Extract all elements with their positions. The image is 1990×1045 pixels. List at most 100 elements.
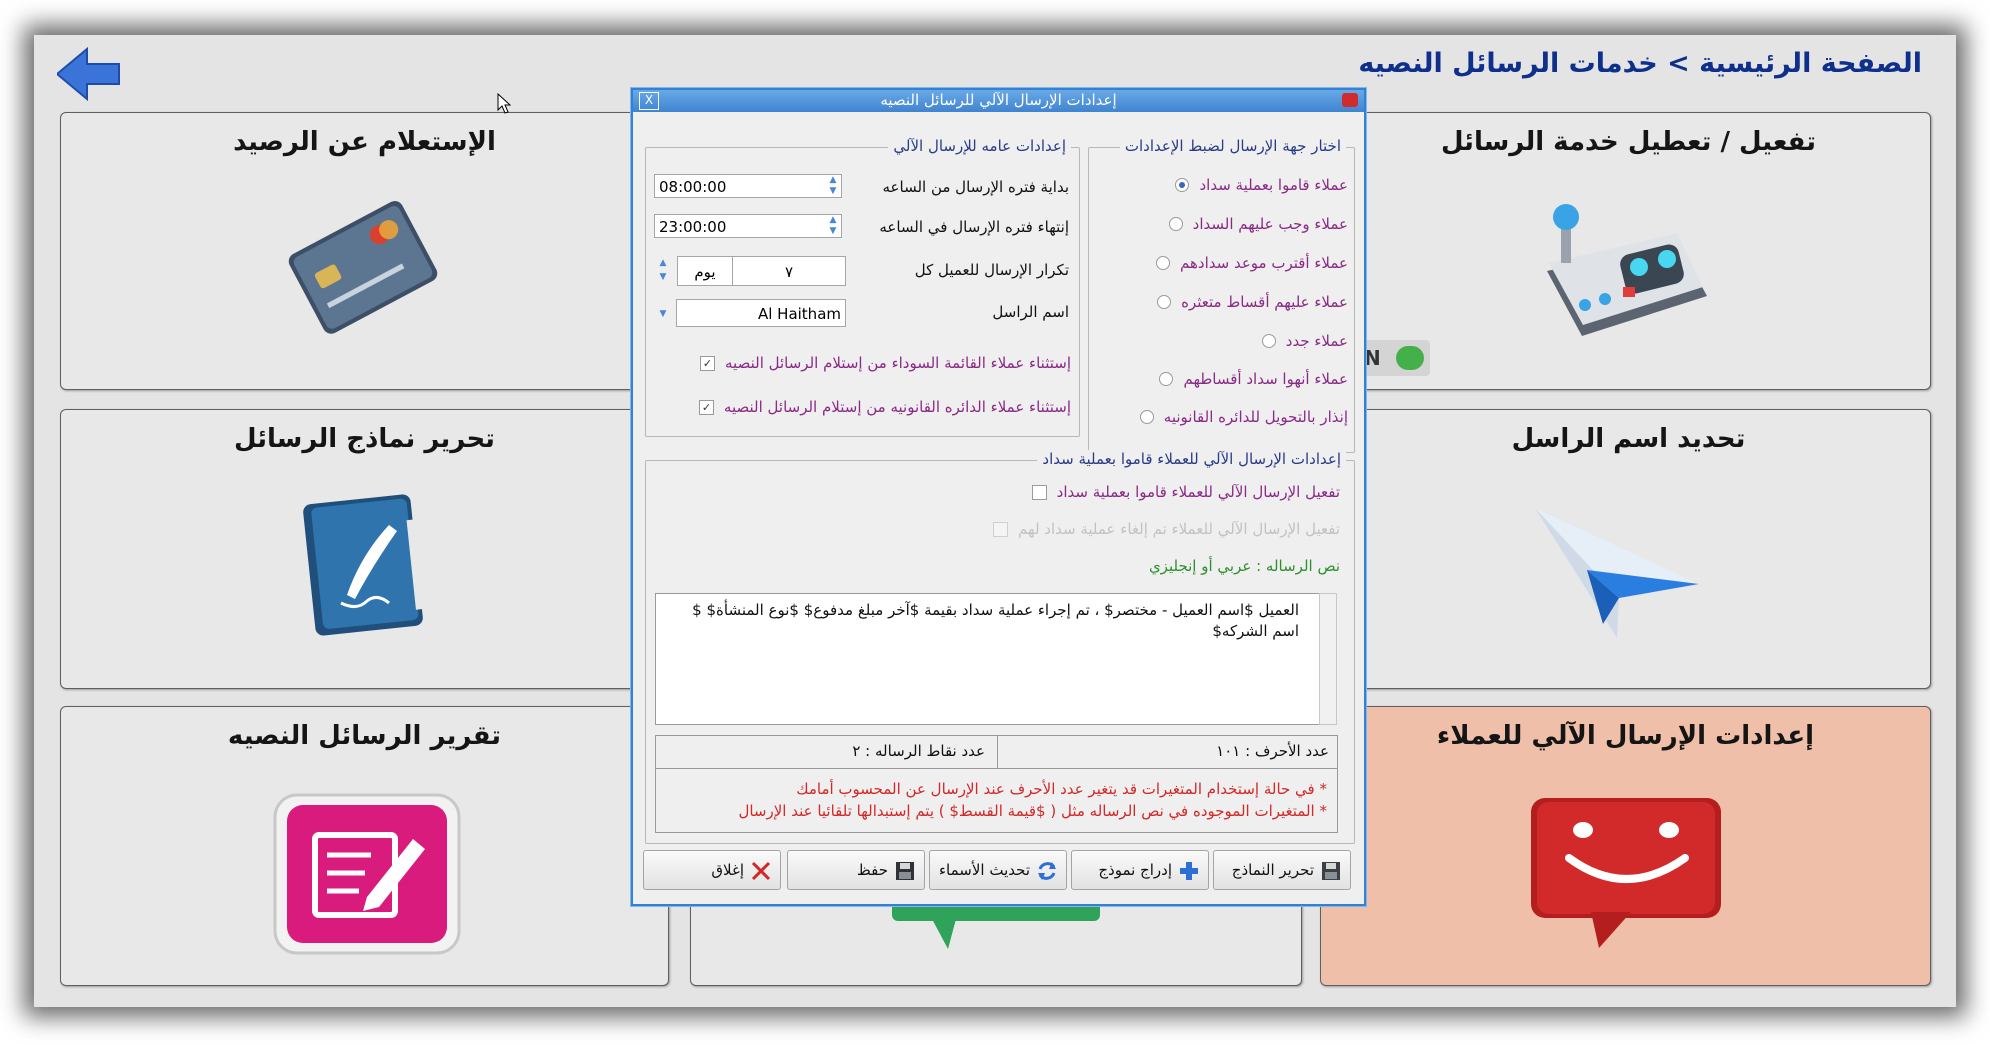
message-lang-label: نص الرساله : عربي أو إنجليزي: [1148, 557, 1340, 575]
radio-near-due-customers[interactable]: عملاء أقترب موعد سدادهم: [1156, 254, 1348, 272]
tile-balance-inquiry[interactable]: الإستعلام عن الرصيد: [60, 112, 669, 390]
end-time-spinner-icon[interactable]: ▲ ▼: [826, 215, 840, 239]
toggle-letter: N: [1364, 346, 1381, 370]
radio-button[interactable]: [1261, 334, 1276, 348]
tile-auto-send-settings[interactable]: إعدادات الإرسال الآلي للعملاء: [1320, 706, 1931, 986]
start-time-label: بداية فتره الإرسال من الساعه: [882, 178, 1069, 196]
back-arrow-icon[interactable]: [57, 47, 121, 101]
floppy-disk-icon: [896, 862, 914, 880]
radio-label: عملاء أنهوا سداد أقساطهم: [1183, 370, 1348, 388]
radio-label: عملاء عليهم أقساط متعثره: [1181, 293, 1348, 311]
enable-paid-checkbox[interactable]: [1031, 484, 1047, 500]
paper-plane-icon: [1535, 508, 1699, 638]
radio-defaulted-customers[interactable]: عملاء عليهم أقساط متعثره: [1157, 293, 1348, 311]
dialog-titlebar[interactable]: X إعدادات الإرسال الآلي للرسائل النصيه: [633, 90, 1364, 112]
start-time-spinner-icon[interactable]: ▲ ▼: [826, 175, 840, 199]
radio-label: عملاء قاموا بعملية سداد: [1199, 176, 1348, 194]
exclude-blacklist-label: إستثناء عملاء القائمة السوداء من إستلام …: [725, 354, 1071, 372]
exclude-legal-label: إستثناء عملاء الدائره القانونيه من إستلا…: [723, 398, 1071, 416]
enable-paid-option[interactable]: تفعيل الإرسال الآلي للعملاء قاموا بعملية…: [1031, 483, 1340, 501]
tile-report-title: تقرير الرسائل النصيه: [227, 721, 502, 751]
tile-sender-name[interactable]: تحديد اسم الراسل: [1326, 409, 1931, 689]
insert-template-label: إدراج نموذج: [1098, 861, 1172, 879]
smiley-message-icon: [1531, 798, 1721, 948]
toggle-status-dot: [1396, 346, 1424, 370]
repeat-spinner-icon[interactable]: ▲ ▼: [656, 256, 670, 286]
control-panel-icon: [1547, 204, 1707, 336]
edit-templates-button[interactable]: تحرير النماذج: [1213, 850, 1351, 890]
plus-icon: [1180, 862, 1198, 880]
close-label: إغلاق: [711, 861, 744, 879]
tile-edit-templates[interactable]: تحرير نماذج الرسائل: [60, 409, 669, 689]
notebook-pen-icon: [303, 494, 426, 636]
target-group: اختار جهة الإرسال لضبط الإعدادات عملاء ق…: [1088, 137, 1355, 453]
repeat-label: تكرار الإرسال للعميل كل: [914, 261, 1069, 279]
radio-label: إنذار بالتحويل للدائره القانونيه: [1163, 408, 1348, 426]
enable-cancel-checkbox: [993, 521, 1009, 537]
sender-name-input[interactable]: Al Haitham: [676, 299, 846, 327]
radio-label: عملاء أقترب موعد سدادهم: [1180, 254, 1348, 272]
tile-balance-title: الإستعلام عن الرصيد: [233, 127, 496, 157]
templates-save-icon: [1322, 862, 1340, 880]
exclude-blacklist-checkbox[interactable]: ✓: [700, 355, 716, 371]
refresh-names-button[interactable]: تحديث الأسماء: [929, 850, 1067, 890]
message-text-area[interactable]: العميل $اسم العميل - مختصر$ ، تم إجراء ع…: [655, 593, 1322, 725]
points-count: عدد نقاط الرساله : ٢: [852, 742, 985, 760]
refresh-icon: [1038, 862, 1056, 880]
exclude-legal-checkbox[interactable]: ✓: [698, 399, 714, 415]
report-edit-icon: [273, 793, 461, 955]
sender-dropdown-icon[interactable]: ▼: [656, 302, 670, 326]
radio-button[interactable]: [1157, 295, 1172, 309]
general-group-legend: إعدادات عامه للإرسال الآلي: [888, 137, 1071, 155]
credit-card-icon: [288, 201, 438, 334]
message-scrollbar[interactable]: [1319, 593, 1337, 725]
close-x-icon: [751, 861, 771, 881]
radio-button[interactable]: [1159, 372, 1174, 386]
tile-activate-title: تفعيل / تعطيل خدمة الرسائل: [1440, 127, 1817, 157]
general-settings-group: إعدادات عامه للإرسال الآلي بداية فتره ال…: [645, 137, 1080, 437]
char-count: عدد الأحرف : ١٠١: [1216, 742, 1329, 760]
tile-messages-report[interactable]: تقرير الرسائل النصيه: [60, 706, 669, 986]
variables-note-1: * في حالة إستخدام المتغيرات قد يتغير عدد…: [796, 780, 1327, 798]
repeat-unit-field[interactable]: يوم: [677, 256, 733, 286]
stats-divider: [997, 736, 998, 768]
repeat-value-input[interactable]: ٧: [732, 256, 846, 286]
radio-button[interactable]: [1156, 256, 1171, 270]
start-time-input[interactable]: 08:00:00: [654, 174, 842, 198]
exclude-legal-option[interactable]: ✓ إستثناء عملاء الدائره القانونيه من إست…: [698, 398, 1071, 416]
message-stats-box: عدد الأحرف : ١٠١ عدد نقاط الرساله : ٢ * …: [655, 735, 1338, 833]
radio-paid-customers[interactable]: عملاء قاموا بعملية سداد: [1175, 176, 1348, 194]
service-toggle[interactable]: N: [1360, 340, 1430, 376]
save-label: حفظ: [856, 861, 888, 879]
radio-completed-customers[interactable]: عملاء أنهوا سداد أقساطهم: [1159, 370, 1348, 388]
enable-cancel-option: تفعيل الإرسال الآلي للعملاء تم إلغاء عمل…: [993, 520, 1340, 538]
radio-due-customers[interactable]: عملاء وجب عليهم السداد: [1168, 215, 1348, 233]
breadcrumb: الصفحة الرئيسية > خدمات الرسائل النصيه: [1358, 48, 1922, 79]
tile-auto-title: إعدادات الإرسال الآلي للعملاء: [1436, 721, 1815, 751]
enable-cancel-label: تفعيل الإرسال الآلي للعملاء تم إلغاء عمل…: [1018, 520, 1340, 538]
dialog-title: إعدادات الإرسال الآلي للرسائل النصيه: [880, 91, 1117, 109]
sender-name-label: اسم الراسل: [992, 303, 1069, 321]
radio-button[interactable]: [1168, 217, 1183, 231]
variables-note-2: * المتغيرات الموجوده في نص الرساله مثل (…: [738, 802, 1327, 820]
auto-send-settings-dialog: X إعدادات الإرسال الآلي للرسائل النصيه ا…: [631, 88, 1366, 906]
stats-separator: [656, 768, 1337, 769]
radio-label: عملاء وجب عليهم السداد: [1192, 215, 1348, 233]
radio-button[interactable]: [1139, 410, 1154, 424]
save-button[interactable]: حفظ: [787, 850, 925, 890]
end-time-input[interactable]: 23:00:00: [654, 214, 842, 238]
radio-button[interactable]: [1175, 178, 1190, 192]
edit-templates-label: تحرير النماذج: [1231, 861, 1314, 879]
radio-new-customers[interactable]: عملاء جدد: [1261, 332, 1348, 350]
exclude-blacklist-option[interactable]: ✓ إستثناء عملاء القائمة السوداء من إستلا…: [700, 354, 1071, 372]
radio-legal-warning[interactable]: إنذار بالتحويل للدائره القانونيه: [1139, 408, 1348, 426]
dialog-app-icon: [1342, 93, 1358, 107]
paid-group-legend: إعدادات الإرسال الآلي للعملاء قاموا بعمل…: [1037, 450, 1346, 468]
close-button[interactable]: إغلاق: [643, 850, 781, 890]
radio-label: عملاء جدد: [1285, 332, 1348, 350]
target-group-legend: اختار جهة الإرسال لضبط الإعدادات: [1119, 137, 1346, 155]
refresh-names-label: تحديث الأسماء: [939, 861, 1030, 879]
enable-paid-label: تفعيل الإرسال الآلي للعملاء قاموا بعملية…: [1056, 483, 1340, 501]
tile-sender-title: تحديد اسم الراسل: [1511, 424, 1746, 454]
insert-template-button[interactable]: إدراج نموذج: [1071, 850, 1209, 890]
